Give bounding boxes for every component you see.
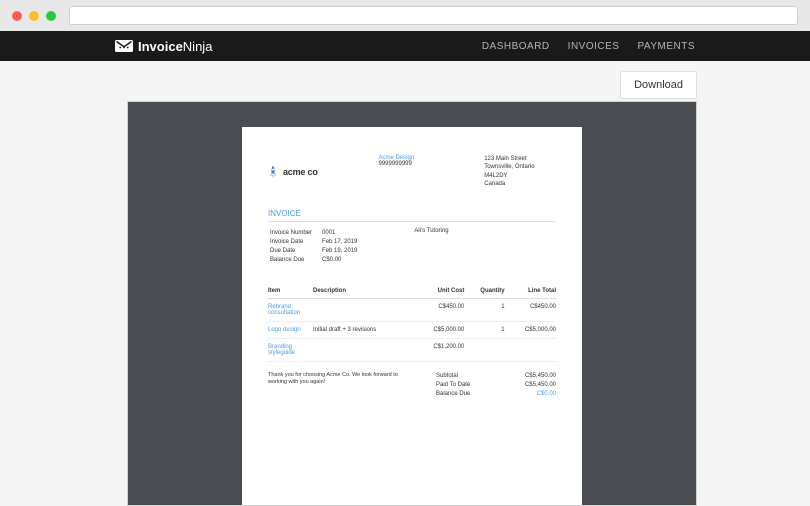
col-description: Description	[313, 284, 413, 299]
from-name: Ali's Tutoring	[414, 228, 448, 266]
brand-text: InvoiceNinja	[138, 39, 212, 54]
item-name: Branding styleguide	[268, 338, 313, 361]
client-block: Acme Design 9999999999	[378, 155, 464, 189]
value: C$5,450.00	[525, 382, 556, 388]
item-qty	[464, 338, 504, 361]
label: Subtotal	[436, 373, 458, 379]
item-total: C$450.00	[505, 298, 556, 321]
pdf-viewer[interactable]: acme co Acme Design 9999999999 123 Main …	[127, 101, 697, 506]
window-close-icon[interactable]	[12, 11, 22, 21]
table-row: Branding styleguide C$1,200.00	[268, 338, 556, 361]
item-qty: 1	[464, 321, 504, 338]
item-desc	[313, 298, 413, 321]
address-country: Canada	[484, 180, 556, 188]
meta-value: C$0.00	[322, 257, 357, 264]
nav-invoices[interactable]: INVOICES	[568, 41, 620, 52]
item-total	[505, 338, 556, 361]
address-block: 123 Main Street Townsville, Ontario M4L2…	[484, 155, 556, 189]
nav-links: DASHBOARD INVOICES PAYMENTS	[482, 41, 695, 52]
envelope-icon	[115, 40, 133, 52]
table-row: Logo design Initial draft + 3 revisions …	[268, 321, 556, 338]
invoice-title: INVOICE	[268, 209, 556, 222]
company-name: acme co	[283, 167, 318, 177]
totals-block: Subtotal C$5,450.00 Paid To Date C$5,450…	[436, 372, 556, 399]
content-area: Download acme co Acme Design 99999999	[0, 61, 810, 506]
client-phone: 9999999999	[378, 161, 464, 167]
meta-value: 0001	[322, 230, 357, 237]
item-unit-cost: C$450.00	[413, 298, 464, 321]
meta-label: Due Date	[270, 248, 320, 255]
address-line1: 123 Main Street	[484, 155, 556, 163]
line-items-table: Item Description Unit Cost Quantity Line…	[268, 284, 556, 362]
window-maximize-icon[interactable]	[46, 11, 56, 21]
col-item: Item	[268, 284, 313, 299]
item-unit-cost: C$5,000.00	[413, 321, 464, 338]
item-total: C$5,000.00	[505, 321, 556, 338]
brand-logo[interactable]: InvoiceNinja	[115, 39, 212, 54]
meta-value: Feb 17, 2019	[322, 239, 357, 246]
nav-payments[interactable]: PAYMENTS	[637, 41, 695, 52]
col-unit-cost: Unit Cost	[413, 284, 464, 299]
item-name: Logo design	[268, 321, 313, 338]
url-bar[interactable]	[69, 6, 798, 25]
col-line-total: Line Total	[505, 284, 556, 299]
item-name: Rebrand consultation	[268, 298, 313, 321]
window-minimize-icon[interactable]	[29, 11, 39, 21]
top-nav: InvoiceNinja DASHBOARD INVOICES PAYMENTS	[0, 31, 810, 61]
label: Balance Due	[436, 391, 470, 397]
address-line2: Townsville, Ontario M4L2DY	[484, 163, 556, 180]
item-qty: 1	[464, 298, 504, 321]
meta-label: Invoice Date	[270, 239, 320, 246]
item-desc: Initial draft + 3 revisions	[313, 321, 413, 338]
value: C$5,450.00	[525, 373, 556, 379]
invoice-meta: Invoice Number0001 Invoice DateFeb 17, 2…	[268, 228, 359, 266]
meta-label: Balance Due	[270, 257, 320, 264]
col-quantity: Quantity	[464, 284, 504, 299]
company-logo-block: acme co	[268, 155, 358, 189]
meta-value: Feb 19, 2019	[322, 248, 357, 255]
value: C$0.00	[537, 391, 556, 397]
table-row: Rebrand consultation C$450.00 1 C$450.00	[268, 298, 556, 321]
meta-label: Invoice Number	[270, 230, 320, 237]
rocket-icon	[268, 165, 278, 179]
nav-dashboard[interactable]: DASHBOARD	[482, 41, 550, 52]
download-button[interactable]: Download	[620, 71, 697, 99]
browser-chrome	[0, 0, 810, 31]
subtotal-row: Subtotal C$5,450.00	[436, 372, 556, 381]
item-desc	[313, 338, 413, 361]
invoice-page: acme co Acme Design 9999999999 123 Main …	[242, 127, 582, 506]
label: Paid To Date	[436, 382, 470, 388]
item-unit-cost: C$1,200.00	[413, 338, 464, 361]
paid-row: Paid To Date C$5,450.00	[436, 381, 556, 390]
thank-you-note: Thank you for choosing Acme Co. We look …	[268, 372, 411, 399]
balance-row: Balance Due C$0.00	[436, 390, 556, 399]
